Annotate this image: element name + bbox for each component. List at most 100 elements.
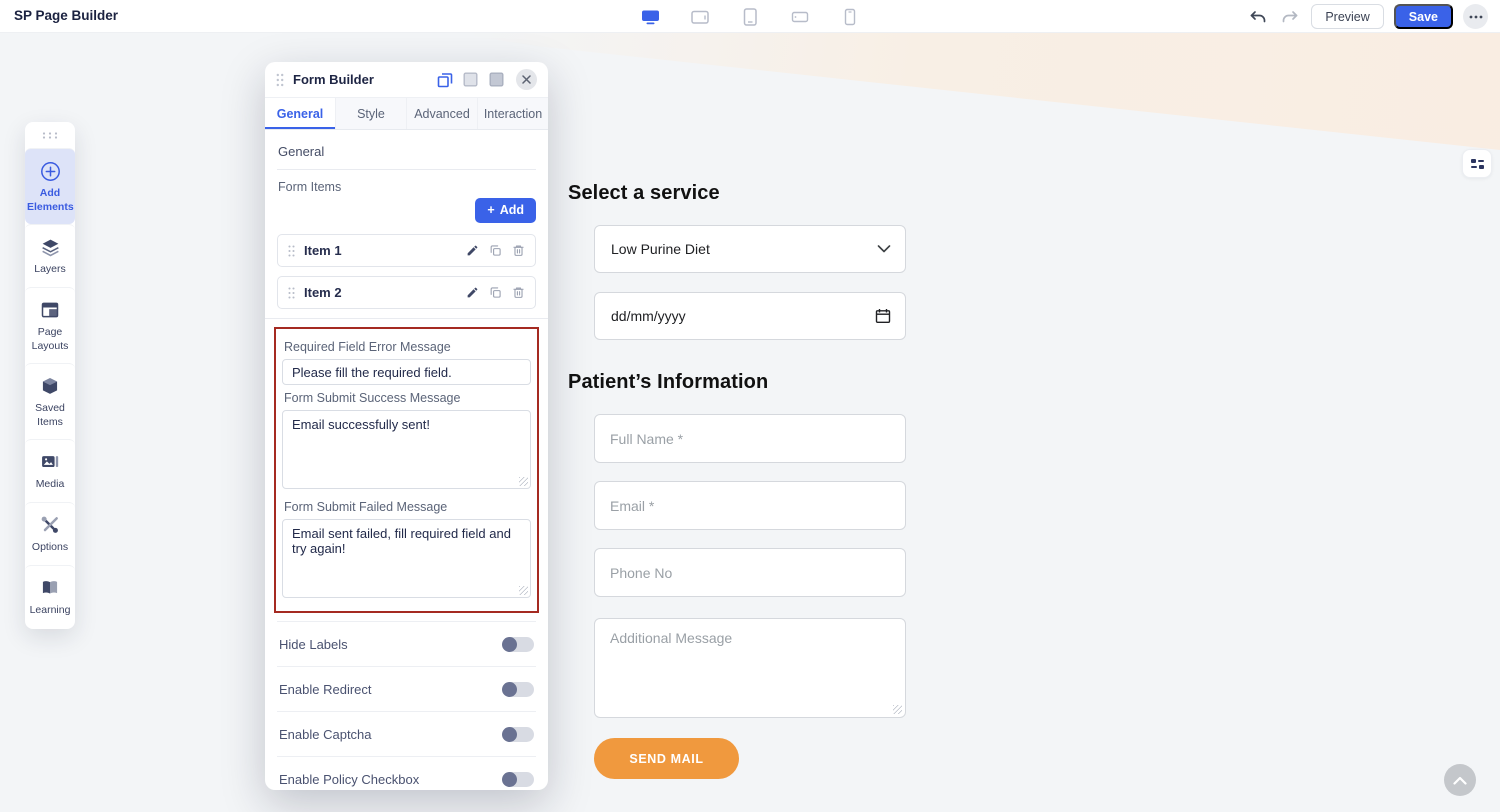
duplicate-icon[interactable]: [488, 286, 502, 300]
item-drag-handle[interactable]: [288, 245, 295, 257]
save-button[interactable]: Save: [1394, 4, 1453, 29]
sidebar-drag-handle[interactable]: [25, 122, 75, 148]
sidebar-item-layers[interactable]: Layers: [25, 224, 75, 287]
email-field[interactable]: [595, 482, 905, 529]
sidebar-item-label: Options: [27, 541, 73, 555]
sidebar-item-label: Media: [27, 478, 73, 492]
toggle-label: Enable Policy Checkbox: [279, 772, 419, 787]
edit-pencil-icon[interactable]: [465, 286, 479, 300]
sidebar-item-page-layouts[interactable]: Page Layouts: [25, 287, 75, 363]
tab-style[interactable]: Style: [336, 98, 407, 129]
hide-labels-toggle[interactable]: [503, 637, 534, 652]
sidebar-item-saved-items[interactable]: Saved Items: [25, 363, 75, 439]
panel-tabs: General Style Advanced Interaction: [265, 97, 548, 130]
media-icon: [27, 451, 73, 473]
calendar-icon[interactable]: [875, 308, 891, 324]
success-message-label: Form Submit Success Message: [284, 391, 529, 405]
send-mail-button[interactable]: SEND MAIL: [594, 738, 739, 779]
success-message-textarea[interactable]: Email successfully sent!: [282, 410, 531, 489]
topbar: SP Page Builder Preview Save: [0, 0, 1500, 33]
sidebar-item-media[interactable]: Media: [25, 439, 75, 502]
device-tablet-portrait-icon[interactable]: [739, 6, 761, 28]
toggle-row-enable-policy-checkbox: Enable Policy Checkbox: [277, 756, 536, 790]
phone-fieldbox: [594, 548, 906, 597]
enable-redirect-toggle[interactable]: [503, 682, 534, 697]
undo-icon[interactable]: [1247, 6, 1269, 28]
plus-icon: +: [487, 203, 494, 217]
tab-interaction[interactable]: Interaction: [478, 98, 548, 129]
enable-policy-checkbox-toggle[interactable]: [503, 772, 534, 787]
full-name-fieldbox: [594, 414, 906, 463]
service-heading: Select a service: [568, 182, 720, 205]
failed-message-label: Form Submit Failed Message: [284, 500, 529, 514]
add-item-label: Add: [500, 203, 524, 217]
form-builder-panel: Form Builder General Style Advanced Inte…: [265, 62, 548, 790]
toggle-label: Enable Redirect: [279, 682, 372, 697]
sidebar-item-label: Layers: [27, 263, 73, 277]
trash-icon[interactable]: [511, 286, 525, 300]
cascade-panel-icon[interactable]: [436, 71, 453, 88]
sidebar-item-label: Add Elements: [27, 187, 73, 214]
tab-general[interactable]: General: [265, 98, 336, 129]
service-select-value: Low Purine Diet: [611, 241, 710, 257]
cube-icon: [27, 375, 73, 397]
plus-circle-icon: [27, 160, 73, 182]
trash-icon[interactable]: [511, 244, 525, 258]
panel-drag-handle[interactable]: [276, 73, 284, 87]
device-mobile-portrait-icon[interactable]: [839, 6, 861, 28]
device-mobile-landscape-icon[interactable]: [789, 6, 811, 28]
device-tablet-landscape-icon[interactable]: [689, 6, 711, 28]
full-name-field[interactable]: [595, 415, 905, 462]
required-error-input[interactable]: [282, 359, 531, 385]
item-label: Item 2: [304, 285, 456, 300]
patient-heading: Patient’s Information: [568, 371, 768, 394]
toggle-row-enable-redirect: Enable Redirect: [277, 666, 536, 711]
close-icon[interactable]: [516, 69, 537, 90]
responsive-device-switcher: [639, 0, 861, 33]
toggle-label: Hide Labels: [279, 637, 348, 652]
chevron-up-icon: [1453, 776, 1467, 785]
failed-message-textarea[interactable]: Email sent failed, fill required field a…: [282, 519, 531, 598]
device-desktop-icon[interactable]: [639, 6, 661, 28]
redo-icon[interactable]: [1279, 6, 1301, 28]
email-fieldbox: [594, 481, 906, 530]
sidebar-item-add-elements[interactable]: Add Elements: [25, 148, 75, 224]
section-settings-button[interactable]: [1462, 149, 1492, 178]
topbar-actions: Preview Save: [1247, 0, 1488, 33]
editor-canvas: Select a service Low Purine Diet dd/mm/y…: [0, 33, 1500, 812]
scroll-to-top-button[interactable]: [1444, 764, 1476, 796]
dock-panel-filled-icon[interactable]: [488, 71, 505, 88]
tab-advanced[interactable]: Advanced: [407, 98, 478, 129]
add-item-button[interactable]: + Add: [475, 198, 536, 223]
toggle-label: Enable Captcha: [279, 727, 372, 742]
form-item-row-1: Item 1: [277, 234, 536, 267]
sidebar-item-options[interactable]: Options: [25, 502, 75, 565]
sidebar-item-label: Learning: [27, 604, 73, 618]
duplicate-icon[interactable]: [488, 244, 502, 258]
section-title: General: [277, 138, 536, 170]
item-drag-handle[interactable]: [288, 287, 295, 299]
date-input[interactable]: dd/mm/yyyy: [594, 292, 906, 340]
service-select[interactable]: Low Purine Diet: [594, 225, 906, 273]
item-label: Item 1: [304, 243, 456, 258]
phone-field[interactable]: [595, 549, 905, 596]
chevron-down-icon: [877, 245, 891, 254]
preview-button[interactable]: Preview: [1311, 4, 1383, 29]
required-error-label: Required Field Error Message: [284, 340, 529, 354]
message-fieldbox: [594, 618, 906, 718]
sidebar-item-learning[interactable]: Learning: [25, 565, 75, 628]
enable-captcha-toggle[interactable]: [503, 727, 534, 742]
app-title: SP Page Builder: [14, 8, 118, 23]
sidebar-item-label: Saved Items: [27, 402, 73, 429]
layout-icon: [27, 299, 73, 321]
dock-panel-icon[interactable]: [462, 71, 479, 88]
more-options-button[interactable]: [1463, 4, 1488, 29]
tools-icon: [27, 514, 73, 536]
highlighted-messages-group: Required Field Error Message Form Submit…: [274, 327, 539, 613]
additional-message-field[interactable]: [595, 619, 905, 717]
edit-pencil-icon[interactable]: [465, 244, 479, 258]
panel-header: Form Builder: [265, 62, 548, 97]
date-input-value: dd/mm/yyyy: [611, 308, 686, 324]
sliders-icon: [1470, 158, 1485, 170]
panel-body: General Form Items +Add Item 1: [265, 130, 548, 790]
